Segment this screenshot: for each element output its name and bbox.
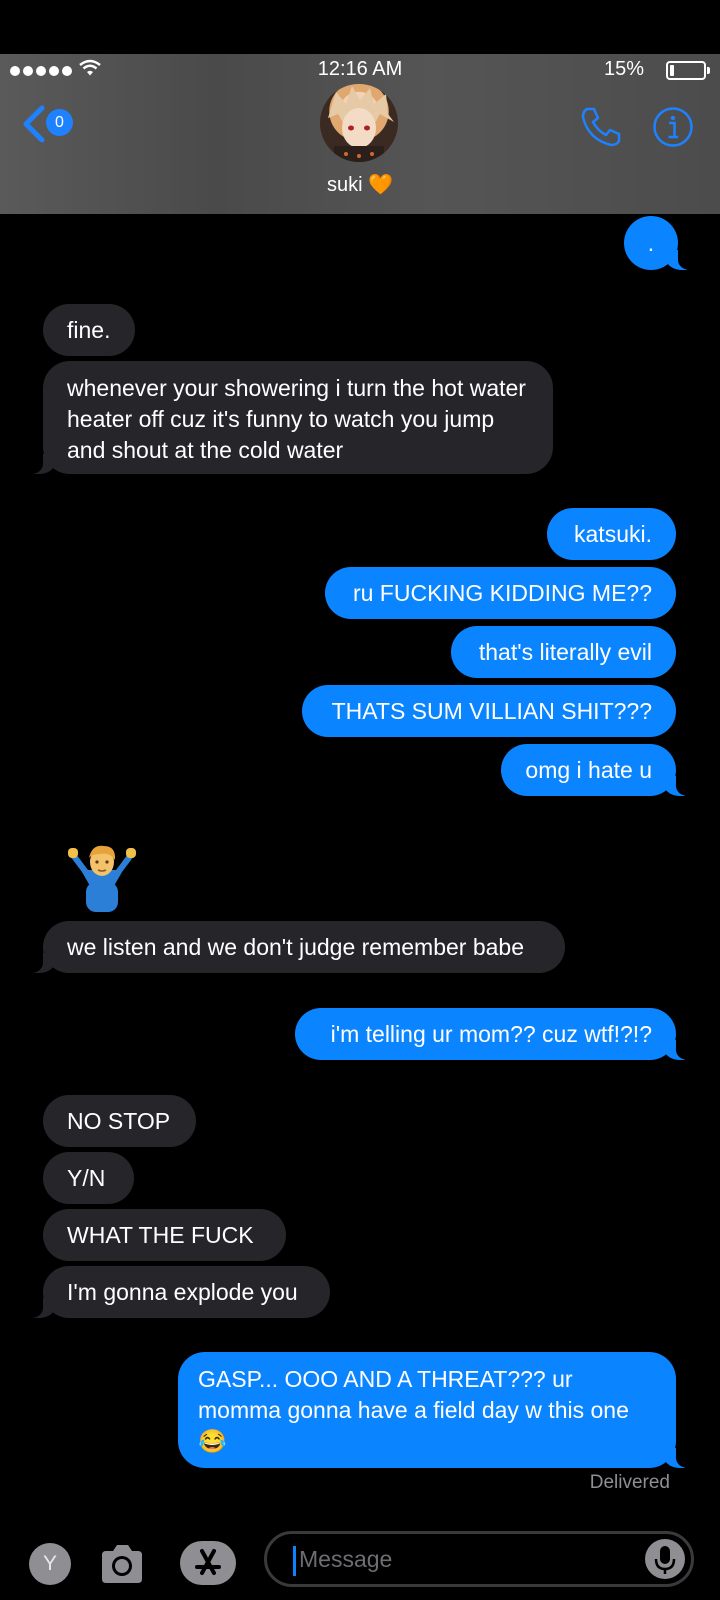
conversation-header: 12:16 AM 15% 0 suki 🧡: [0, 54, 720, 214]
message-placeholder: Message: [299, 1546, 393, 1572]
contact-name[interactable]: suki 🧡: [0, 172, 720, 197]
battery-icon: [666, 61, 710, 80]
battery-percentage: 15%: [603, 58, 644, 80]
status-bar: 12:16 AM 15%: [0, 54, 720, 86]
delivered-status: Delivered: [589, 1472, 670, 1493]
message-input[interactable]: Message: [264, 1531, 694, 1587]
message-incoming[interactable]: fine.: [43, 304, 135, 356]
top-black-bar: [0, 0, 720, 54]
unread-count-badge: 0: [46, 109, 73, 136]
contact-avatar[interactable]: [320, 84, 398, 162]
avatar-image: [328, 86, 394, 162]
message-input-bar: Y Message: [0, 1515, 720, 1600]
message-outgoing[interactable]: omg i hate u: [501, 744, 692, 796]
message-outgoing[interactable]: .: [624, 216, 694, 270]
camera-icon[interactable]: [98, 1541, 146, 1587]
message-outgoing[interactable]: i'm telling ur mom?? cuz wtf!?!?: [295, 1008, 692, 1060]
microphone-icon: [654, 1546, 676, 1574]
message-incoming[interactable]: I'm gonna explode you: [27, 1266, 330, 1318]
microphone-button[interactable]: [645, 1539, 685, 1579]
message-outgoing[interactable]: ru FUCKING KIDDING ME??: [325, 567, 676, 619]
message-incoming[interactable]: WHAT THE FUCK: [43, 1209, 286, 1261]
message-outgoing[interactable]: that's literally evil: [451, 626, 676, 678]
app-store-button[interactable]: [180, 1541, 236, 1585]
message-outgoing[interactable]: katsuki.: [547, 508, 676, 560]
message-outgoing[interactable]: THATS SUM VILLIAN SHIT???: [302, 685, 676, 737]
shrug-emoji[interactable]: [62, 842, 142, 912]
phone-icon[interactable]: [578, 104, 624, 150]
message-incoming[interactable]: NO STOP: [43, 1095, 196, 1147]
chevron-left-icon: [23, 105, 45, 143]
app-y-button[interactable]: Y: [29, 1543, 71, 1585]
info-icon[interactable]: [652, 106, 694, 148]
message-incoming[interactable]: we listen and we don't judge remember ba…: [27, 921, 565, 973]
message-outgoing[interactable]: GASP... OOO AND A THREAT??? ur momma gon…: [178, 1352, 692, 1468]
message-incoming[interactable]: whenever your showering i turn the hot w…: [27, 361, 553, 474]
text-cursor: [293, 1546, 296, 1576]
app-store-icon: [195, 1549, 221, 1575]
message-incoming[interactable]: Y/N: [43, 1152, 134, 1204]
back-button[interactable]: 0: [22, 104, 82, 144]
